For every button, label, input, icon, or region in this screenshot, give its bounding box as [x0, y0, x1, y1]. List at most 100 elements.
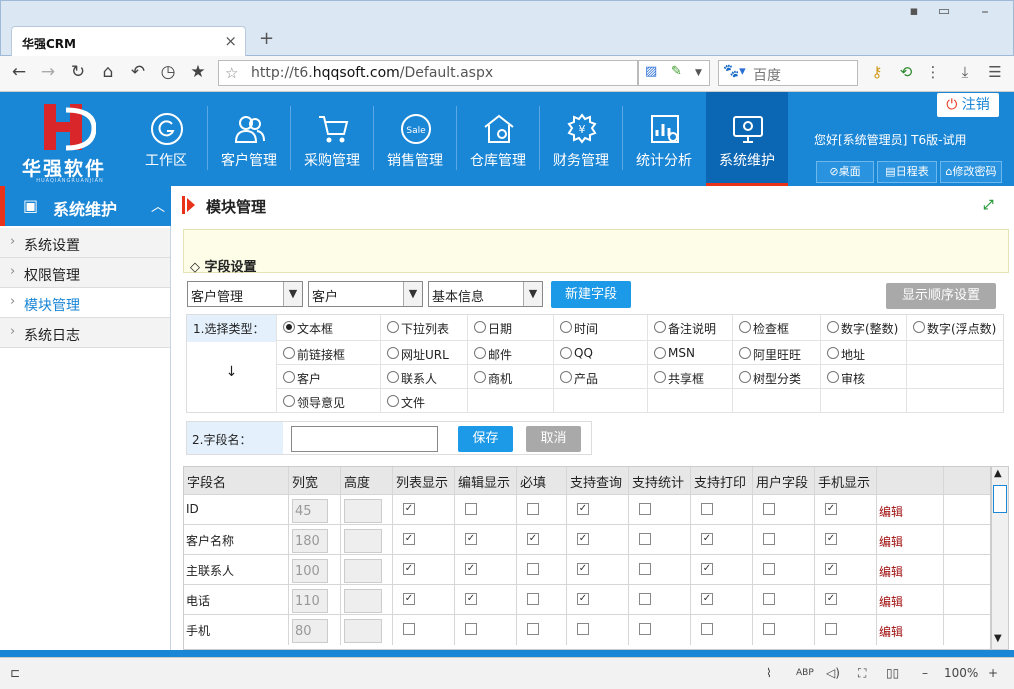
field-type-cell[interactable]: 文件	[380, 389, 467, 413]
option-checkbox[interactable]	[527, 593, 539, 605]
field-type-radio[interactable]	[827, 371, 839, 383]
option-checkbox[interactable]	[701, 623, 713, 635]
option-checkbox[interactable]	[527, 563, 539, 575]
chevron-down-icon[interactable]: ▼	[523, 282, 542, 306]
option-checkbox[interactable]: ✓	[825, 503, 837, 515]
scroll-up-icon[interactable]: ▲	[994, 468, 1002, 479]
back-icon[interactable]: ←	[8, 62, 30, 82]
edit-link[interactable]: 编辑	[879, 623, 903, 640]
sidebar-item-system-settings[interactable]: › 系统设置	[0, 228, 170, 258]
field-type-cell[interactable]: 前链接框	[276, 341, 380, 365]
option-checkbox[interactable]: ✓	[403, 533, 415, 545]
field-type-radio[interactable]	[827, 347, 839, 359]
chevron-down-icon[interactable]: ▼	[403, 282, 422, 306]
field-type-cell[interactable]: MSN	[647, 341, 732, 365]
field-type-cell[interactable]: 产品	[553, 365, 647, 389]
option-checkbox[interactable]: ✓	[577, 593, 589, 605]
field-type-radio[interactable]	[560, 371, 572, 383]
option-checkbox[interactable]	[763, 623, 775, 635]
address-bar[interactable]: ☆ http://t6.hqqsoft.com/Default.aspx	[218, 60, 638, 86]
field-type-cell[interactable]: 网址URL	[380, 341, 467, 365]
close-tab-icon[interactable]: ×	[224, 32, 237, 50]
field-type-cell[interactable]: 商机	[467, 365, 553, 389]
option-checkbox[interactable]	[465, 503, 477, 515]
address-dropdown-icon[interactable]: ▼	[695, 68, 702, 78]
option-checkbox[interactable]	[763, 593, 775, 605]
field-type-cell[interactable]: 邮件	[467, 341, 553, 365]
logout-button[interactable]: ⏻ 注销	[937, 93, 999, 117]
field-type-cell[interactable]: 审核	[820, 365, 906, 389]
option-checkbox[interactable]	[763, 563, 775, 575]
extension-icon[interactable]: ✎	[671, 64, 682, 79]
option-checkbox[interactable]	[465, 623, 477, 635]
desktop-button[interactable]: ⊘桌面	[816, 161, 874, 183]
field-type-radio[interactable]	[560, 347, 572, 359]
field-type-cell[interactable]: 领导意见	[276, 389, 380, 413]
nav-workspace[interactable]: 工作区	[125, 92, 207, 186]
compat-mode-icon[interactable]: ▨	[645, 64, 657, 79]
field-type-radio[interactable]	[387, 347, 399, 359]
forward-icon[interactable]: →	[37, 62, 59, 82]
home-icon[interactable]: ⌂	[97, 62, 119, 82]
field-type-cell[interactable]: 时间	[553, 315, 647, 341]
option-checkbox[interactable]	[639, 503, 651, 515]
option-checkbox[interactable]: ✓	[825, 533, 837, 545]
option-checkbox[interactable]: ✓	[701, 593, 713, 605]
option-checkbox[interactable]	[527, 623, 539, 635]
undo-icon[interactable]: ↶	[127, 62, 149, 82]
zoom-in-icon[interactable]: +	[988, 666, 998, 680]
option-checkbox[interactable]: ✓	[465, 593, 477, 605]
option-checkbox[interactable]: ✓	[701, 533, 713, 545]
network-icon[interactable]: ⌇	[766, 666, 772, 680]
option-checkbox[interactable]: ✓	[465, 533, 477, 545]
sound-icon[interactable]: ◁)	[826, 666, 840, 680]
field-type-radio[interactable]	[827, 321, 839, 333]
field-type-cell[interactable]: 数字(浮点数)	[906, 315, 1004, 341]
zoom-out-icon[interactable]: –	[922, 666, 928, 680]
field-type-cell[interactable]: 下拉列表	[380, 315, 467, 341]
field-type-cell[interactable]: 树型分类	[732, 365, 820, 389]
field-type-radio[interactable]	[560, 321, 572, 333]
chevron-down-icon[interactable]: ▼	[283, 282, 302, 306]
sidebar-header[interactable]: ▣ 系统维护 ︿	[0, 186, 171, 226]
field-type-radio[interactable]	[654, 347, 666, 359]
nav-warehouse[interactable]: 仓库管理	[457, 92, 539, 186]
new-tab-icon[interactable]: +	[259, 28, 274, 49]
field-type-radio[interactable]	[739, 321, 751, 333]
scroll-down-icon[interactable]: ▼	[994, 633, 1002, 644]
chevron-up-icon[interactable]: ︿	[151, 196, 165, 216]
option-checkbox[interactable]: ✓	[577, 563, 589, 575]
option-checkbox[interactable]: ✓	[825, 593, 837, 605]
cancel-button[interactable]: 取消	[526, 426, 581, 452]
scroll-thumb[interactable]	[993, 485, 1007, 513]
field-type-cell[interactable]: QQ	[553, 341, 647, 365]
option-checkbox[interactable]: ✓	[465, 563, 477, 575]
fullscreen-icon[interactable]: ⤢	[983, 198, 993, 213]
bookmark-star-icon[interactable]: ☆	[225, 64, 238, 82]
refresh-ext-icon[interactable]: ⟲	[895, 63, 917, 81]
option-checkbox[interactable]	[639, 593, 651, 605]
field-type-cell[interactable]: 数字(整数)	[820, 315, 906, 341]
field-type-cell[interactable]: 地址	[820, 341, 906, 365]
reload-icon[interactable]: ↻	[67, 62, 89, 82]
nav-customers[interactable]: 客户管理	[208, 92, 290, 186]
field-type-radio[interactable]	[654, 321, 666, 333]
field-type-cell[interactable]: 日期	[467, 315, 553, 341]
option-checkbox[interactable]	[763, 533, 775, 545]
change-password-button[interactable]: ⌂修改密码	[940, 161, 1002, 183]
field-type-cell[interactable]: 检查框	[732, 315, 820, 341]
field-type-cell[interactable]: 客户	[276, 365, 380, 389]
nav-statistics[interactable]: 统计分析	[623, 92, 705, 186]
split-view-icon[interactable]: ▯▯	[886, 666, 899, 680]
field-type-radio[interactable]	[654, 371, 666, 383]
calendar-button[interactable]: ▤日程表	[877, 161, 937, 183]
download-icon[interactable]: ⤓	[954, 63, 976, 81]
option-checkbox[interactable]: ✓	[403, 503, 415, 515]
nav-purchase[interactable]: 采购管理	[291, 92, 373, 186]
option-checkbox[interactable]	[763, 503, 775, 515]
sidebar-toggle-icon[interactable]: ⊏	[10, 666, 20, 680]
key-icon[interactable]: ⚷	[866, 63, 888, 81]
adblock-icon[interactable]: ABP	[796, 668, 814, 678]
minimize-window-icon[interactable]: –	[959, 2, 1011, 22]
menu-icon[interactable]: ☰	[984, 63, 1006, 81]
